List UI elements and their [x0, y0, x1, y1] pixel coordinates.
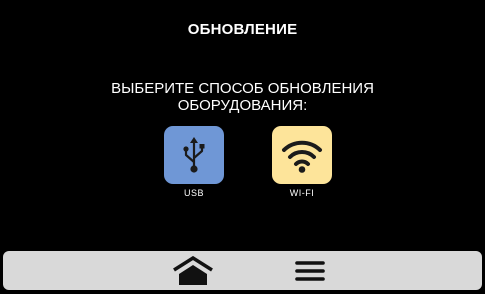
menu-button[interactable]: [290, 259, 330, 283]
usb-label: USB: [183, 188, 204, 198]
instruction-line-2: ОБОРУДОВАНИЯ:: [177, 97, 308, 114]
instruction-text: ВЫБЕРИТЕ СПОСОБ ОБНОВЛЕНИЯ ОБОРУДОВАНИЯ:: [0, 80, 485, 114]
wifi-tile[interactable]: [272, 126, 332, 184]
wifi-update-option[interactable]: WI-FI: [262, 126, 342, 198]
home-icon: [173, 255, 213, 285]
update-screen: ОБНОВЛЕНИЕ ВЫБЕРИТЕ СПОСОБ ОБНОВЛЕНИЯ ОБ…: [0, 0, 485, 294]
wifi-icon: [282, 140, 322, 173]
page-title: ОБНОВЛЕНИЕ: [187, 21, 298, 38]
usb-tile[interactable]: [164, 126, 224, 184]
wifi-label: WI-FI: [289, 188, 315, 198]
usb-icon: [183, 137, 205, 173]
instruction-line-1: ВЫБЕРИТЕ СПОСОБ ОБНОВЛЕНИЯ: [111, 80, 374, 97]
home-button[interactable]: [171, 255, 215, 286]
bottom-navigation-bar: [3, 251, 482, 290]
usb-update-option[interactable]: USB: [154, 126, 234, 198]
menu-icon: [295, 261, 325, 281]
